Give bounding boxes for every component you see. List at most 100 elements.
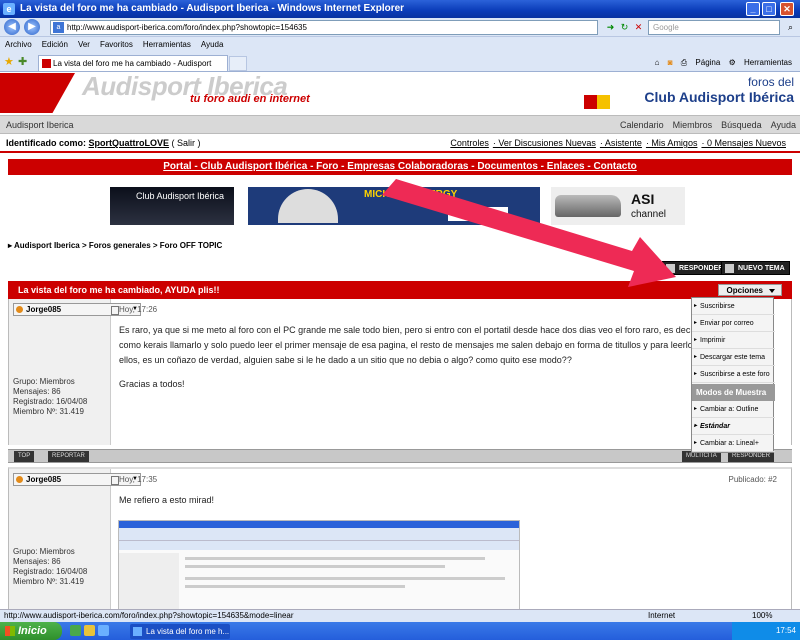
menu-ayuda[interactable]: Ayuda — [196, 37, 229, 53]
print-icon[interactable]: ⎙ — [681, 58, 687, 67]
report-button[interactable]: REPORTAR — [48, 451, 89, 462]
main-nav-links[interactable]: Portal - Club Audisport Ibérica - Foro -… — [163, 161, 637, 172]
new-topic-button[interactable]: NUEVO TEMA — [721, 261, 790, 275]
post-1-member: Miembro Nº: 31.419 — [13, 407, 84, 416]
ident-label: Identificado como: — [6, 138, 87, 148]
post-2-group: Grupo: Miembros — [13, 547, 75, 556]
banner-asi-title: ASI — [631, 191, 655, 207]
main-nav[interactable]: Portal - Club Audisport Ibérica - Foro -… — [8, 159, 792, 175]
refresh-icon[interactable]: ↻ — [618, 21, 631, 34]
page-content: Audisport Iberica tu foro audi en intern… — [0, 73, 800, 609]
maximize-button[interactable]: □ — [762, 2, 776, 16]
fuel-gauge-icon — [278, 189, 338, 223]
link-asistente[interactable]: · Asistente — [600, 138, 642, 148]
options-dropdown[interactable]: Opciones — [717, 284, 782, 296]
banner-club[interactable]: Club Audisport Ibérica — [110, 187, 234, 225]
screenshot-toolbar — [119, 528, 519, 540]
banner-asi-channel[interactable]: ASI channel — [551, 187, 685, 225]
navbar-home[interactable]: Audisport Iberica — [6, 116, 74, 134]
menu-ver[interactable]: Ver — [73, 37, 95, 53]
link-mensajes-nuevos[interactable]: · 0 Mensajes Nuevos — [701, 138, 786, 148]
screenshot-address — [119, 540, 519, 550]
club-top: foros del — [747, 75, 794, 89]
tools-gear-icon[interactable]: ⚙ — [729, 58, 736, 67]
menu-mode-outline[interactable]: Cambiar a: Outline — [692, 401, 775, 418]
logo-mark — [0, 73, 75, 113]
page-menu[interactable]: Página — [695, 58, 720, 67]
post-1-text-line-2: como kerais llamarlo y solo puedo leer e… — [119, 340, 749, 350]
quicklaunch-icon[interactable] — [84, 625, 95, 636]
address-toolbar: ◀ ▶ a http://www.audisport-iberica.com/f… — [0, 18, 800, 37]
search-input[interactable]: Google — [648, 20, 780, 35]
go-icon[interactable]: ➜ — [604, 21, 617, 34]
banner-michelin[interactable]: MICHELIN ENERGY MICHELIN — [248, 187, 540, 225]
feeds-icon[interactable]: ◙ — [668, 58, 673, 67]
home-icon[interactable]: ⌂ — [655, 58, 660, 67]
link-mis-amigos[interactable]: · Mis Amigos — [646, 138, 698, 148]
post-2-author-column — [9, 469, 111, 609]
post-2-registered: Registrado: 16/04/08 — [13, 567, 88, 576]
post-1: Jorge085 Hoy, 17:26 Grupo: Miembros Mens… — [8, 299, 792, 445]
start-button[interactable]: Inicio — [0, 622, 62, 640]
menu-archivo[interactable]: Archivo — [0, 37, 37, 53]
top-button[interactable]: TOP — [14, 451, 35, 462]
tab-active[interactable]: La vista del foro me ha cambiado - Audis… — [38, 55, 228, 83]
post-1-date: Hoy, 17:26 — [111, 305, 157, 315]
post-1-footer: TOP REPORTAR MULTICITA RESPONDER — [8, 449, 792, 463]
status-bar: http://www.audisport-iberica.com/foro/in… — [0, 609, 800, 622]
site-logo[interactable]: Audisport Iberica tu foro audi en intern… — [0, 73, 380, 113]
minimize-button[interactable]: _ — [746, 2, 760, 16]
nav-ayuda[interactable]: Ayuda — [771, 120, 796, 130]
new-tab-button[interactable] — [229, 56, 247, 71]
menu-herramientas[interactable]: Herramientas — [138, 37, 196, 53]
banner-michelin-logo: MICHELIN — [448, 207, 508, 221]
nav-calendario[interactable]: Calendario — [620, 120, 664, 130]
search-icon[interactable]: ⌕ — [784, 21, 797, 34]
quicklaunch-icon[interactable] — [70, 625, 81, 636]
menu-favoritos[interactable]: Favoritos — [95, 37, 138, 53]
logo-tagline: tu foro audi en internet — [190, 93, 310, 105]
user-link[interactable]: SportQuattroLOVE — [89, 138, 170, 148]
post-2-member: Miembro Nº: 31.419 — [13, 577, 84, 586]
banner-michelin-brand: MICHELIN ENERGY — [364, 189, 458, 200]
post-1-messages: Mensajes: 86 — [13, 387, 61, 396]
menu-suscribirse[interactable]: Suscribirse — [692, 298, 775, 315]
tools-menu[interactable]: Herramientas — [744, 58, 792, 67]
menu-enviar-correo[interactable]: Enviar por correo — [692, 315, 775, 332]
taskbar-item-label: La vista del foro me h... — [146, 627, 230, 636]
breadcrumb[interactable]: ▸ Audisport Iberica > Foros generales > … — [8, 241, 222, 250]
taskbar-item-ie[interactable]: La vista del foro me h... — [130, 624, 230, 639]
clock: 17:54 — [775, 626, 796, 635]
menu-descargar-tema[interactable]: Descargar este tema — [692, 349, 775, 366]
post-1-text-line-4: Gracias a todos! — [119, 379, 185, 389]
logout-link[interactable]: ( Salir ) — [172, 138, 201, 148]
menu-suscribirse-foro[interactable]: Suscribirse a este foro — [692, 366, 775, 383]
status-url: http://www.audisport-iberica.com/foro/in… — [4, 611, 294, 620]
post-1-group: Grupo: Miembros — [13, 377, 75, 386]
add-favorite-icon[interactable]: ✚ — [18, 55, 27, 68]
nav-busqueda[interactable]: Búsqueda — [721, 120, 762, 130]
menu-imprimir[interactable]: Imprimir — [692, 332, 775, 349]
stop-icon[interactable]: ✕ — [632, 21, 645, 34]
menu-mode-standard[interactable]: Estándar — [692, 418, 775, 435]
post-2-published[interactable]: Publicado: #2 — [729, 475, 777, 484]
back-icon[interactable]: ◀ — [4, 19, 20, 35]
reply-button[interactable]: RESPONDER — [662, 261, 729, 275]
screenshot-titlebar — [119, 521, 519, 528]
link-discusiones-nuevas[interactable]: · Ver Discusiones Nuevas — [493, 138, 596, 148]
menu-edicion[interactable]: Edición — [37, 37, 73, 53]
menu-mode-linear-plus[interactable]: Cambiar a: Lineal+ — [692, 435, 775, 452]
zoom-level[interactable]: 100% — [752, 610, 772, 622]
club-logo-mark — [584, 95, 610, 109]
club-logo[interactable]: foros del Club Audisport Ibérica — [584, 75, 794, 113]
link-controles[interactable]: Controles — [450, 138, 489, 148]
address-input[interactable]: a http://www.audisport-iberica.com/foro/… — [50, 20, 598, 35]
divider — [0, 151, 800, 153]
close-button[interactable]: ✕ — [780, 2, 794, 16]
forward-icon[interactable]: ▶ — [24, 19, 40, 35]
command-bar: ⌂ ◙ ⎙ Página ⚙ Herramientas — [649, 56, 792, 70]
screenshot-text-line — [185, 557, 485, 560]
favorites-star-icon[interactable]: ★ — [4, 55, 14, 68]
nav-miembros[interactable]: Miembros — [673, 120, 713, 130]
quicklaunch-icon[interactable] — [98, 625, 109, 636]
